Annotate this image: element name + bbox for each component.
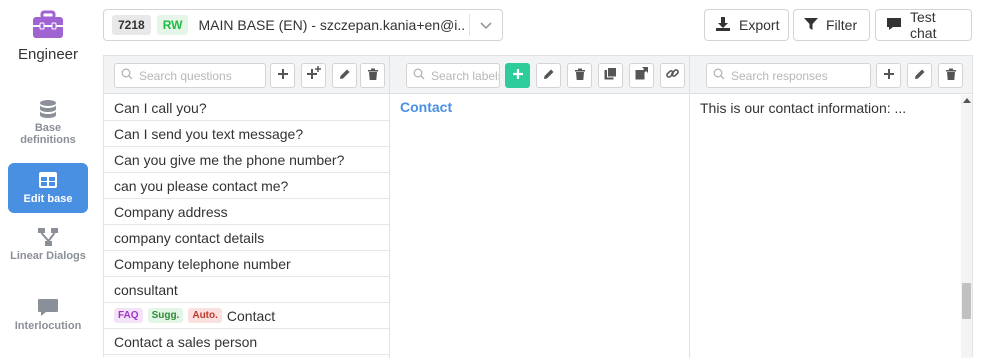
suggestion-tag: Sugg.	[147, 308, 184, 323]
questions-list: Can I call you? Can I send you text mess…	[104, 95, 389, 355]
link-icon	[666, 67, 679, 85]
nav-item-linear-dialogs[interactable]: Linear Dialogs	[8, 226, 88, 280]
toolbox-icon	[31, 10, 65, 40]
move-label-button[interactable]	[629, 63, 654, 88]
add-response-button[interactable]	[876, 63, 901, 88]
plus-icon	[883, 67, 895, 85]
sitemap-icon	[37, 226, 59, 248]
question-text: Contact	[226, 307, 276, 324]
faq-tag: FAQ	[114, 308, 143, 323]
nav-item-base-definitions[interactable]: Base definitions	[8, 98, 88, 152]
search-icon	[413, 67, 425, 85]
search-labels-field[interactable]	[406, 63, 500, 88]
column-divider	[389, 56, 390, 358]
test-chat-label: Test chat	[910, 9, 937, 41]
nav-item-label: Linear Dialogs	[10, 250, 86, 262]
plus-icon	[512, 67, 524, 85]
panel-toolbar	[104, 56, 972, 94]
link-label-button[interactable]	[660, 63, 685, 88]
edit-label-button[interactable]	[536, 63, 561, 88]
question-text: Contact a sales person	[114, 333, 258, 350]
scrollbar-thumb[interactable]	[962, 283, 971, 319]
table-icon	[37, 169, 59, 191]
filter-button[interactable]: Filter	[793, 9, 870, 41]
question-text: Can I send you text message?	[114, 125, 304, 142]
copy-icon	[604, 66, 617, 85]
base-selector[interactable]: 7218 RW MAIN BASE (EN) - szczepan.kania+…	[103, 9, 503, 41]
question-text: company contact details	[114, 229, 265, 246]
nav-item-edit-base[interactable]: Edit base	[8, 163, 88, 213]
question-text: Can you give me the phone number?	[114, 151, 345, 168]
download-icon	[715, 16, 731, 35]
nav-item-label: Base definitions	[20, 122, 76, 146]
add-question-button[interactable]	[270, 63, 295, 88]
comment-icon	[37, 296, 59, 318]
database-icon	[37, 98, 59, 120]
search-responses-field[interactable]	[706, 63, 871, 88]
editor-panel: Can I call you? Can I send you text mess…	[103, 55, 973, 358]
auto-tag: Auto.	[188, 308, 222, 323]
trash-icon	[945, 67, 957, 85]
question-text: Company address	[114, 203, 228, 220]
question-row[interactable]: Can you give me the phone number?	[104, 147, 389, 173]
filter-icon	[804, 17, 818, 34]
question-text: Can I call you?	[114, 99, 207, 116]
export-button[interactable]: Export	[704, 9, 789, 41]
base-name: MAIN BASE (EN) - szczepan.kania+en@i...	[198, 17, 467, 33]
question-row[interactable]: consultant	[104, 277, 389, 303]
edit-question-button[interactable]	[332, 63, 357, 88]
left-nav: Engineer Base definitions Edit base Line…	[0, 0, 96, 357]
pencil-icon	[914, 67, 926, 85]
trash-icon	[367, 67, 379, 85]
question-text: can you please contact me?	[114, 177, 289, 194]
delete-label-button[interactable]	[567, 63, 592, 88]
scroll-up-arrow-icon[interactable]	[963, 98, 971, 103]
external-link-icon	[635, 66, 649, 85]
pencil-icon	[543, 67, 555, 85]
nav-item-label: Edit base	[23, 193, 73, 205]
export-label: Export	[739, 17, 780, 33]
selected-label[interactable]: Contact	[400, 99, 452, 115]
plus-icon	[277, 67, 289, 85]
comment-icon	[886, 16, 902, 35]
question-row[interactable]: Company telephone number	[104, 251, 389, 277]
question-row[interactable]: Can I call you?	[104, 95, 389, 121]
question-row[interactable]: can you please contact me?	[104, 173, 389, 199]
copy-label-button[interactable]	[598, 63, 623, 88]
response-item[interactable]: This is our contact information: ...	[700, 100, 906, 116]
chevron-down-icon[interactable]	[478, 17, 494, 33]
question-text: Company telephone number	[114, 255, 291, 272]
question-row[interactable]: Contact a sales person	[104, 329, 389, 355]
filter-label: Filter	[826, 17, 858, 33]
edit-response-button[interactable]	[907, 63, 932, 88]
test-chat-button[interactable]: Test chat	[875, 9, 972, 41]
question-row[interactable]: FAQ Sugg. Auto. Contact	[104, 303, 389, 329]
mode-badge: RW	[156, 15, 189, 35]
question-row[interactable]: Can I send you text message?	[104, 121, 389, 147]
scrollbar[interactable]	[961, 95, 972, 358]
app-title: Engineer	[17, 46, 79, 63]
trash-icon	[574, 67, 586, 85]
delete-response-button[interactable]	[938, 63, 963, 88]
pencil-icon	[339, 67, 351, 85]
search-questions-input[interactable]	[139, 68, 265, 83]
search-icon	[713, 67, 725, 85]
plus-multiple-icon	[306, 66, 321, 85]
delete-question-button[interactable]	[360, 63, 385, 88]
base-id-badge: 7218	[112, 15, 151, 35]
nav-item-interlocution[interactable]: Interlocution	[8, 296, 88, 338]
search-labels-input[interactable]	[431, 68, 499, 83]
search-questions-field[interactable]	[114, 63, 266, 88]
search-icon	[121, 67, 133, 85]
add-label-button[interactable]	[505, 63, 530, 88]
question-row[interactable]: Company address	[104, 199, 389, 225]
question-row[interactable]: company contact details	[104, 225, 389, 251]
search-responses-input[interactable]	[731, 68, 870, 83]
divider	[469, 14, 470, 36]
app-brand: Engineer	[0, 10, 96, 63]
nav-item-label: Interlocution	[14, 320, 82, 332]
add-multiple-questions-button[interactable]	[301, 63, 326, 88]
question-text: consultant	[114, 281, 178, 298]
column-divider	[689, 56, 690, 358]
